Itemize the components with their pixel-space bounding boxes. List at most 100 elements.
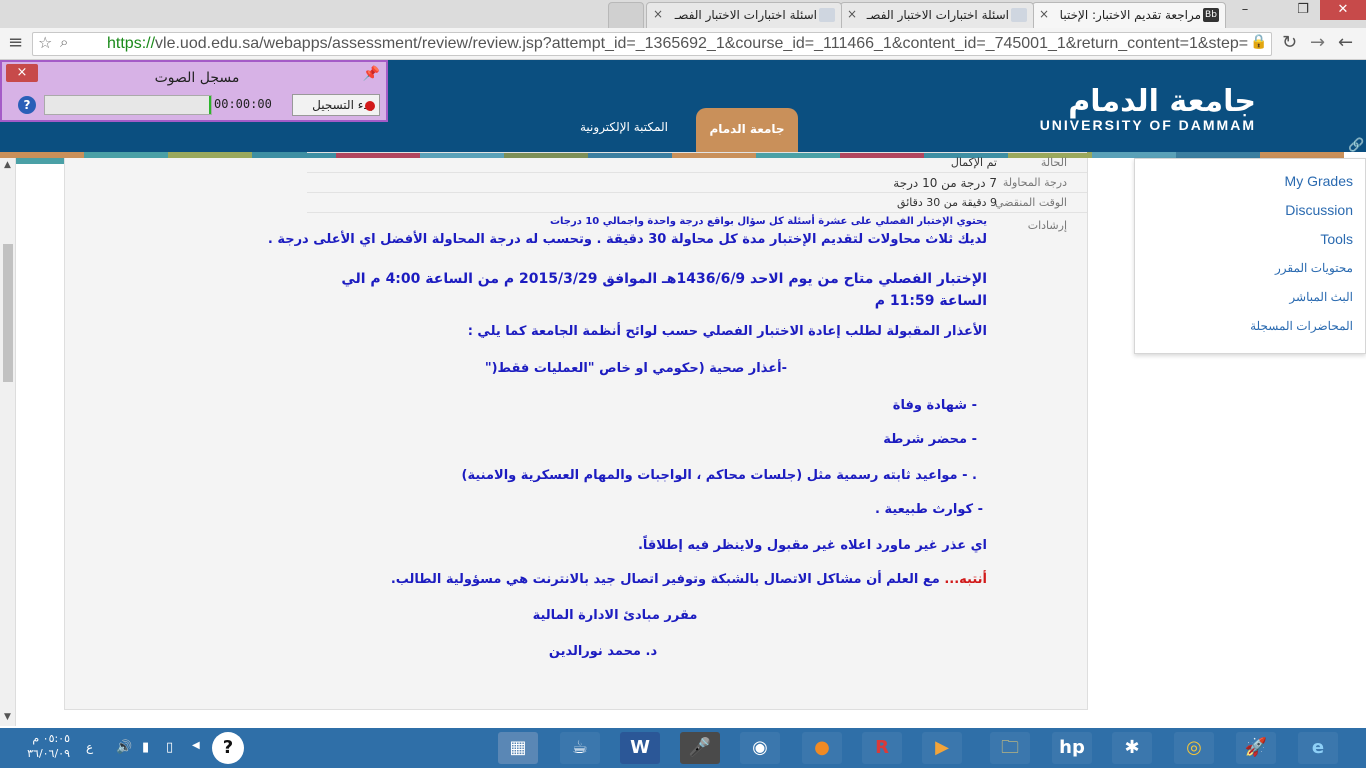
recorder-title: مسجل الصوت (154, 70, 240, 86)
start-recording-label: بدء التسجيل (312, 98, 373, 112)
recorder-progress-bar (44, 95, 212, 115)
record-icon (365, 101, 375, 111)
page-scrollbar[interactable]: ▲ ▼ (0, 158, 16, 726)
word-icon[interactable]: W (620, 732, 660, 764)
info-value: 7 درجة من 10 درجة (893, 176, 997, 190)
browser-tab-strip: Bb مراجعة تقديم الاختبار: الإختبا × اسئل… (0, 0, 1366, 28)
microphone-icon[interactable]: 🎤 (680, 732, 720, 764)
excuse-natural-disasters: - كوارث طبيعية . (874, 502, 983, 517)
tab-exam-questions-1[interactable]: اسئلة اختبارات الاختبار الفصـ × (840, 2, 1034, 28)
tab-label: اسئلة اختبارات الاختبار الفصـ (866, 8, 1009, 22)
help-icon[interactable]: ? (18, 96, 36, 114)
close-icon[interactable]: × (847, 7, 857, 21)
instructions-intro: يحتوي الإختبار الفصلي على عشرة أسئلة كل … (549, 216, 987, 227)
excuse-police-report: - محضر شرطة (883, 432, 977, 447)
clock-date: ٣٦/٠٦/٠٩ (27, 747, 70, 760)
url-path: vle.uod.edu.sa/webapps/assessment/review… (155, 35, 1249, 52)
info-value: 9 دقيقة من 30 دقائق (897, 196, 997, 209)
bb-icon: Bb (1203, 8, 1219, 22)
java-icon[interactable]: ☕ (560, 732, 600, 764)
close-icon[interactable]: × (653, 7, 663, 21)
tab-exam-questions-2[interactable]: اسئلة اختبارات الاختبار الفصـ × (646, 2, 842, 28)
menu-my-grades[interactable]: My Grades (1285, 173, 1353, 189)
new-tab-button[interactable] (608, 2, 644, 28)
nav-tab-dammam[interactable]: جامعة الدمام (696, 108, 798, 158)
nav-link-library[interactable]: المكتبة الإلكترونية (580, 120, 668, 134)
instructions-excuses-heading: الأعذار المقبولة لطلب إعادة الاختبار الف… (467, 324, 987, 339)
pin-icon[interactable]: 📌 (363, 66, 380, 82)
media-player-icon[interactable]: ▶ (922, 732, 962, 764)
show-hidden-icons-icon[interactable]: ◀ (192, 740, 200, 751)
info-label: إرشادات (1027, 219, 1067, 232)
excuse-death-certificate: - شهادة وفاة (892, 398, 977, 413)
info-value: تم الإكمال (950, 156, 997, 169)
instructions-attempts: لديك ثلاث محاولات لتقديم الإختبار مدة كل… (267, 232, 987, 247)
control-panel-icon[interactable]: ▦ (498, 732, 538, 764)
doc-icon (1011, 8, 1027, 22)
menu-icon[interactable]: ≡ (8, 32, 23, 53)
excuse-official-appointments: . - مواعيد ثابته رسمية مثل (جلسات محاكم … (461, 468, 977, 483)
menu-course-content[interactable]: محتويات المقرر (1275, 261, 1353, 275)
progress-marker (209, 96, 211, 114)
internet-explorer-icon[interactable]: e (1298, 732, 1338, 764)
rocket-icon[interactable]: 🚀 (1236, 732, 1276, 764)
menu-recorded-lectures[interactable]: المحاضرات المسجلة (1250, 319, 1353, 333)
reload-icon[interactable]: ↻ (1282, 32, 1297, 53)
scrollbar-thumb[interactable] (3, 244, 13, 382)
info-row-status: الحالة تم الإكمال (307, 152, 1087, 172)
hp-icon[interactable]: hp (1052, 732, 1092, 764)
back-icon[interactable]: ← (1338, 32, 1353, 53)
scroll-up-icon[interactable]: ▲ (4, 160, 11, 170)
star-icon[interactable]: ☆ (38, 33, 52, 52)
menu-discussion[interactable]: Discussion (1285, 202, 1353, 218)
info-label: درجة المحاولة (1002, 176, 1067, 189)
taskbar-clock[interactable]: ٠٥:٠٥ م ٣٦/٠٦/٠٩ (14, 731, 70, 761)
tab-label: اسئلة اختبارات الاختبار الفصـ (674, 8, 817, 22)
menu-tools[interactable]: Tools (1320, 231, 1353, 247)
zoom-icon[interactable]: ⌕ (60, 33, 68, 51)
logo-arabic: جامعة الدمام (1068, 84, 1256, 119)
chrome-icon[interactable]: ◉ (740, 732, 780, 764)
link-icon[interactable]: 🔗 (1348, 138, 1364, 153)
instructor-name: د. محمد نورالدين (548, 644, 658, 659)
windows-taskbar: ٠٥:٠٥ م ٣٦/٠٦/٠٩ ع 🔊 ▮ ▯ ◀ ? ▦ ☕ W 🎤 ◉ ●… (0, 728, 1366, 768)
tab-review[interactable]: Bb مراجعة تقديم الاختبار: الإختبا × (1032, 2, 1226, 28)
recorder-app-icon[interactable]: R (862, 732, 902, 764)
info-label: الوقت المنقضي (994, 196, 1067, 209)
start-recording-button[interactable]: بدء التسجيل (292, 94, 380, 116)
recorder-close-button[interactable]: × (6, 64, 38, 82)
network-icon[interactable]: ▮ (142, 740, 149, 755)
course-menu-panel: My Grades Discussion Tools محتويات المقر… (1134, 158, 1366, 354)
volume-icon[interactable]: 🔊 (116, 740, 132, 755)
language-indicator[interactable]: ع (86, 740, 93, 754)
instructions-schedule: الإختبار الفصلي متاح من يوم الاحد 1436/6… (341, 271, 987, 309)
warning-prefix: أنتبه... (944, 572, 987, 587)
university-logo[interactable]: جامعة الدمام UNIVERSITY OF DAMMAM (1040, 84, 1256, 133)
instructions-other-excuses: اي عذر غير ماورد اعلاه غير مقبول ولاينظر… (637, 538, 987, 553)
firefox-icon[interactable]: ● (802, 732, 842, 764)
close-icon[interactable]: × (1039, 7, 1049, 21)
file-explorer-icon[interactable]: 🗀 (990, 732, 1030, 764)
info-row-time: الوقت المنقضي 9 دقيقة من 30 دقائق (307, 192, 1087, 212)
battery-icon[interactable]: ▯ (166, 740, 173, 755)
tab-label: مراجعة تقديم الاختبار: الإختبا (1059, 8, 1201, 22)
maximize-icon[interactable]: ❐ (1288, 0, 1318, 20)
info-row-score: درجة المحاولة 7 درجة من 10 درجة (307, 172, 1087, 192)
help-icon[interactable]: ? (212, 732, 244, 764)
info-label: الحالة (1040, 156, 1067, 169)
scroll-down-icon[interactable]: ▼ (4, 712, 11, 722)
forward-icon[interactable]: → (1310, 32, 1325, 53)
attempt-details-panel: الحالة تم الإكمال درجة المحاولة 7 درجة م… (64, 152, 1088, 710)
excuse-health: -أعذار صحية (حكومي او خاص "العمليات فقط(… (484, 361, 787, 376)
address-bar: ≡ https://vle.uod.edu.sa/webapps/assessm… (0, 28, 1366, 60)
puzzle-icon[interactable]: ✱ (1112, 732, 1152, 764)
menu-live-broadcast[interactable]: البث المباشر (1289, 290, 1353, 304)
disc-icon[interactable]: ◎ (1174, 732, 1214, 764)
minimize-icon[interactable]: – (1230, 0, 1260, 20)
url-scheme: https:// (107, 35, 156, 52)
url-field[interactable]: https://vle.uod.edu.sa/webapps/assessmen… (32, 32, 1272, 56)
lock-icon: 🔒 (1250, 34, 1268, 50)
window-close-icon[interactable]: ✕ (1320, 0, 1366, 20)
doc-icon (819, 8, 835, 22)
logo-english: UNIVERSITY OF DAMMAM (1039, 117, 1256, 133)
